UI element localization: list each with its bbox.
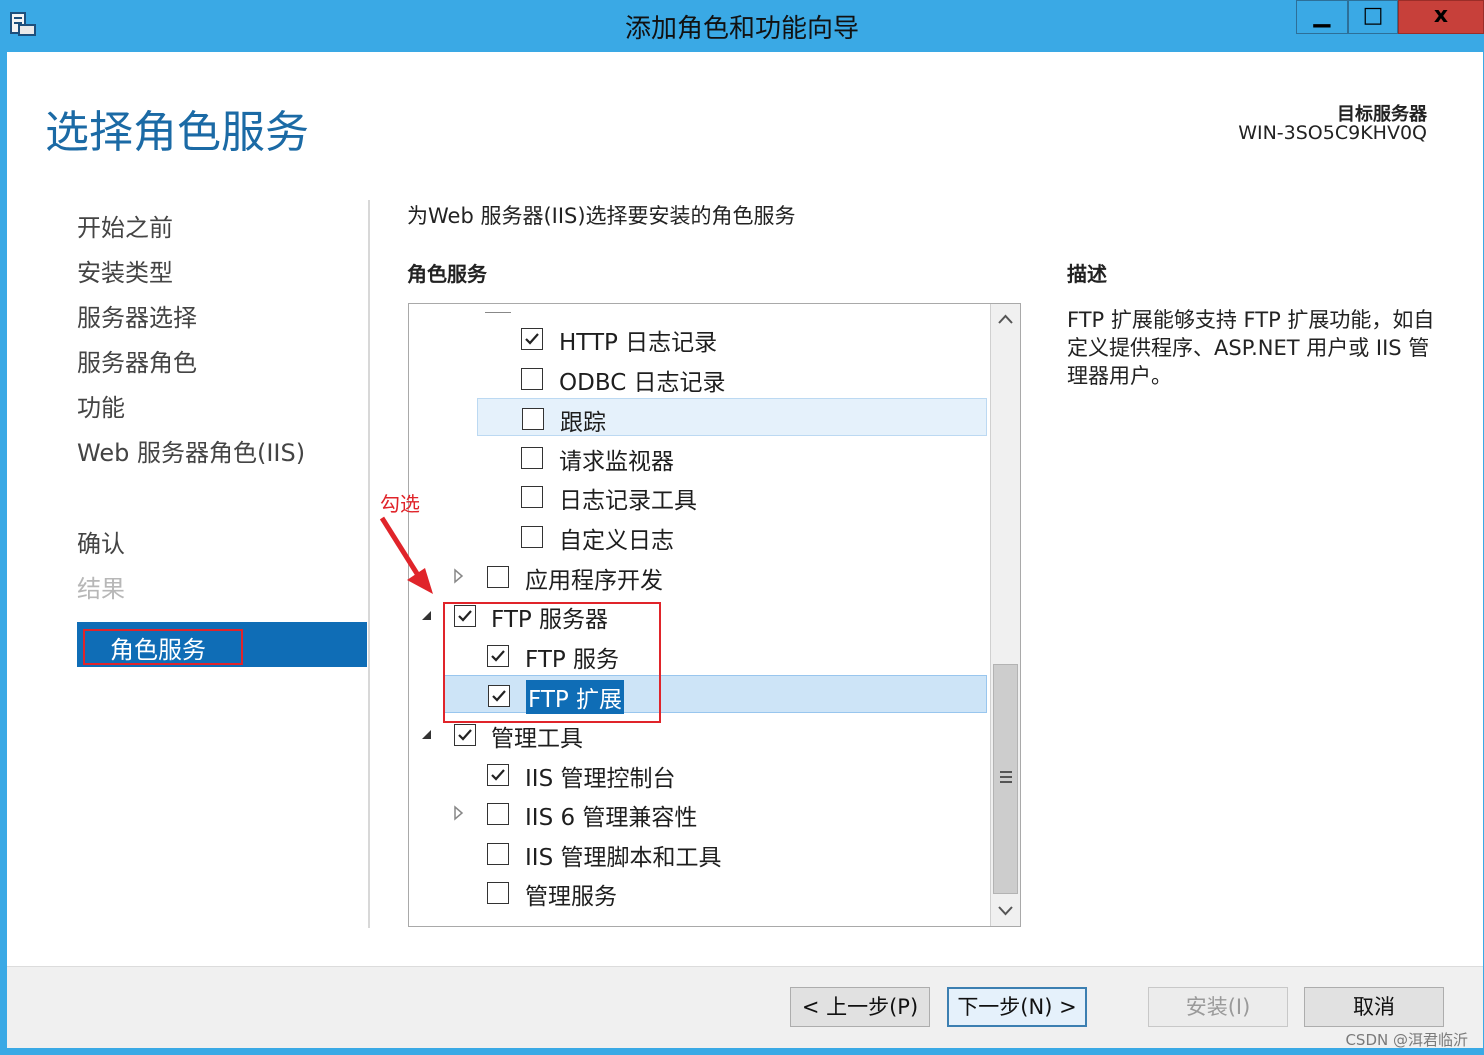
grip-icon xyxy=(1000,771,1012,786)
close-icon: x xyxy=(1433,3,1449,28)
nav-item-results: 结果 xyxy=(77,575,125,603)
check-icon xyxy=(491,769,505,781)
instruction-text: 为Web 服务器(IIS)选择要安装的角色服务 xyxy=(407,204,796,228)
previous-button[interactable]: < 上一步(P) xyxy=(790,987,930,1027)
nav-item-confirmation[interactable]: 确认 xyxy=(77,524,125,559)
tree-connector xyxy=(485,312,511,313)
nav-divider xyxy=(368,200,370,928)
next-button[interactable]: 下一步(N) > xyxy=(947,987,1087,1027)
role-services-header: 角色服务 xyxy=(407,262,487,286)
checkbox[interactable] xyxy=(521,526,543,548)
window-title: 添加角色和功能向导 xyxy=(624,14,859,44)
tree-item-label: IIS 管理控制台 xyxy=(525,766,676,792)
cancel-button[interactable]: 取消 xyxy=(1304,987,1444,1027)
tree-item-label: 请求监视器 xyxy=(559,449,674,475)
nav-item-features[interactable]: 功能 xyxy=(77,388,125,423)
checkbox[interactable] xyxy=(521,486,543,508)
tree-item-label: 跟踪 xyxy=(560,410,606,436)
tree-row[interactable]: IIS 管理脚本和工具 xyxy=(409,834,987,872)
nav-item-server-roles[interactable]: 服务器角色 xyxy=(77,343,197,378)
collapsed-triangle-icon[interactable] xyxy=(451,804,465,822)
target-server-name: WIN-3SO5C9KHV0Q xyxy=(1238,122,1427,144)
tree-item-label: 管理服务 xyxy=(525,884,617,910)
tree-item-label: HTTP 日志记录 xyxy=(559,330,718,356)
expanded-triangle-icon[interactable] xyxy=(419,725,433,743)
checkbox[interactable] xyxy=(487,843,509,865)
annotation-label: 勾选 xyxy=(380,492,420,516)
annotation-red-box-ftp xyxy=(443,602,661,723)
tree-row[interactable]: 应用程序开发 xyxy=(409,557,987,595)
tree-item-label: IIS 6 管理兼容性 xyxy=(525,805,698,831)
check-icon xyxy=(458,729,472,741)
install-button: 安装(I) xyxy=(1148,987,1288,1027)
tree-item-label: 日志记录工具 xyxy=(559,488,697,514)
tree-row[interactable]: ODBC 日志记录 xyxy=(409,359,987,397)
scroll-down-icon[interactable] xyxy=(991,894,1020,926)
checkbox[interactable] xyxy=(521,328,543,350)
tree-row[interactable]: IIS 6 管理兼容性 xyxy=(409,794,987,832)
nav-item-server-selection[interactable]: 服务器选择 xyxy=(77,298,197,333)
tree-item-label: 管理工具 xyxy=(491,726,583,752)
tree-row[interactable]: HTTP 日志记录 xyxy=(409,319,987,357)
tree-scrollbar[interactable] xyxy=(990,304,1020,926)
page-title: 选择角色服务 xyxy=(45,107,309,158)
nav-item-web-server-role[interactable]: Web 服务器角色(IIS) xyxy=(77,433,305,468)
tree-row[interactable]: 管理服务 xyxy=(409,873,987,911)
title-bar: 添加角色和功能向导 ▁ □ x xyxy=(0,0,1484,52)
watermark: CSDN @洱君临沂 xyxy=(1345,1031,1468,1049)
tree-item-label: ODBC 日志记录 xyxy=(559,370,726,396)
checkbox[interactable] xyxy=(521,368,543,390)
checkbox[interactable] xyxy=(522,408,544,430)
wizard-footer: < 上一步(P) 下一步(N) > 安装(I) 取消 xyxy=(7,966,1483,1048)
description-text: FTP 扩展能够支持 FTP 扩展功能，如自定义提供程序、ASP.NET 用户或… xyxy=(1067,308,1435,388)
scroll-thumb[interactable] xyxy=(993,664,1018,894)
expanded-triangle-icon[interactable] xyxy=(419,606,433,624)
checkbox[interactable] xyxy=(521,447,543,469)
checkbox[interactable] xyxy=(487,882,509,904)
scroll-up-icon[interactable] xyxy=(991,304,1020,336)
nav-item-before-you-begin[interactable]: 开始之前 xyxy=(77,208,173,243)
checkbox[interactable] xyxy=(487,803,509,825)
tree-item-label: IIS 管理脚本和工具 xyxy=(525,845,722,871)
annotation-arrow-icon xyxy=(379,516,433,594)
collapsed-triangle-icon[interactable] xyxy=(451,567,465,585)
nav-item-role-services[interactable]: 角色服务 xyxy=(110,630,206,665)
checkbox[interactable] xyxy=(487,566,509,588)
tree-row[interactable]: IIS 管理控制台 xyxy=(409,755,987,793)
tree-row[interactable]: 请求监视器 xyxy=(409,438,987,476)
tree-row[interactable]: 跟踪 xyxy=(477,398,987,436)
tree-row[interactable]: 自定义日志 xyxy=(409,517,987,555)
maximize-button[interactable]: □ xyxy=(1348,0,1398,34)
checkbox[interactable] xyxy=(487,764,509,786)
minimize-button[interactable]: ▁ xyxy=(1296,0,1348,34)
tree-item-label: 自定义日志 xyxy=(559,528,674,554)
tree-item-label: 应用程序开发 xyxy=(525,568,663,594)
nav-item-install-type[interactable]: 安装类型 xyxy=(77,253,173,288)
tree-row[interactable]: 日志记录工具 xyxy=(409,477,987,515)
checkbox[interactable] xyxy=(454,724,476,746)
maximize-icon: □ xyxy=(1362,3,1384,28)
wizard-client: 选择角色服务 目标服务器 WIN-3SO5C9KHV0Q 开始之前 安装类型 服… xyxy=(7,52,1483,1048)
close-button[interactable]: x xyxy=(1398,0,1484,34)
check-icon xyxy=(525,333,539,345)
minimize-icon: ▁ xyxy=(1313,3,1331,28)
description-header: 描述 xyxy=(1067,262,1107,286)
